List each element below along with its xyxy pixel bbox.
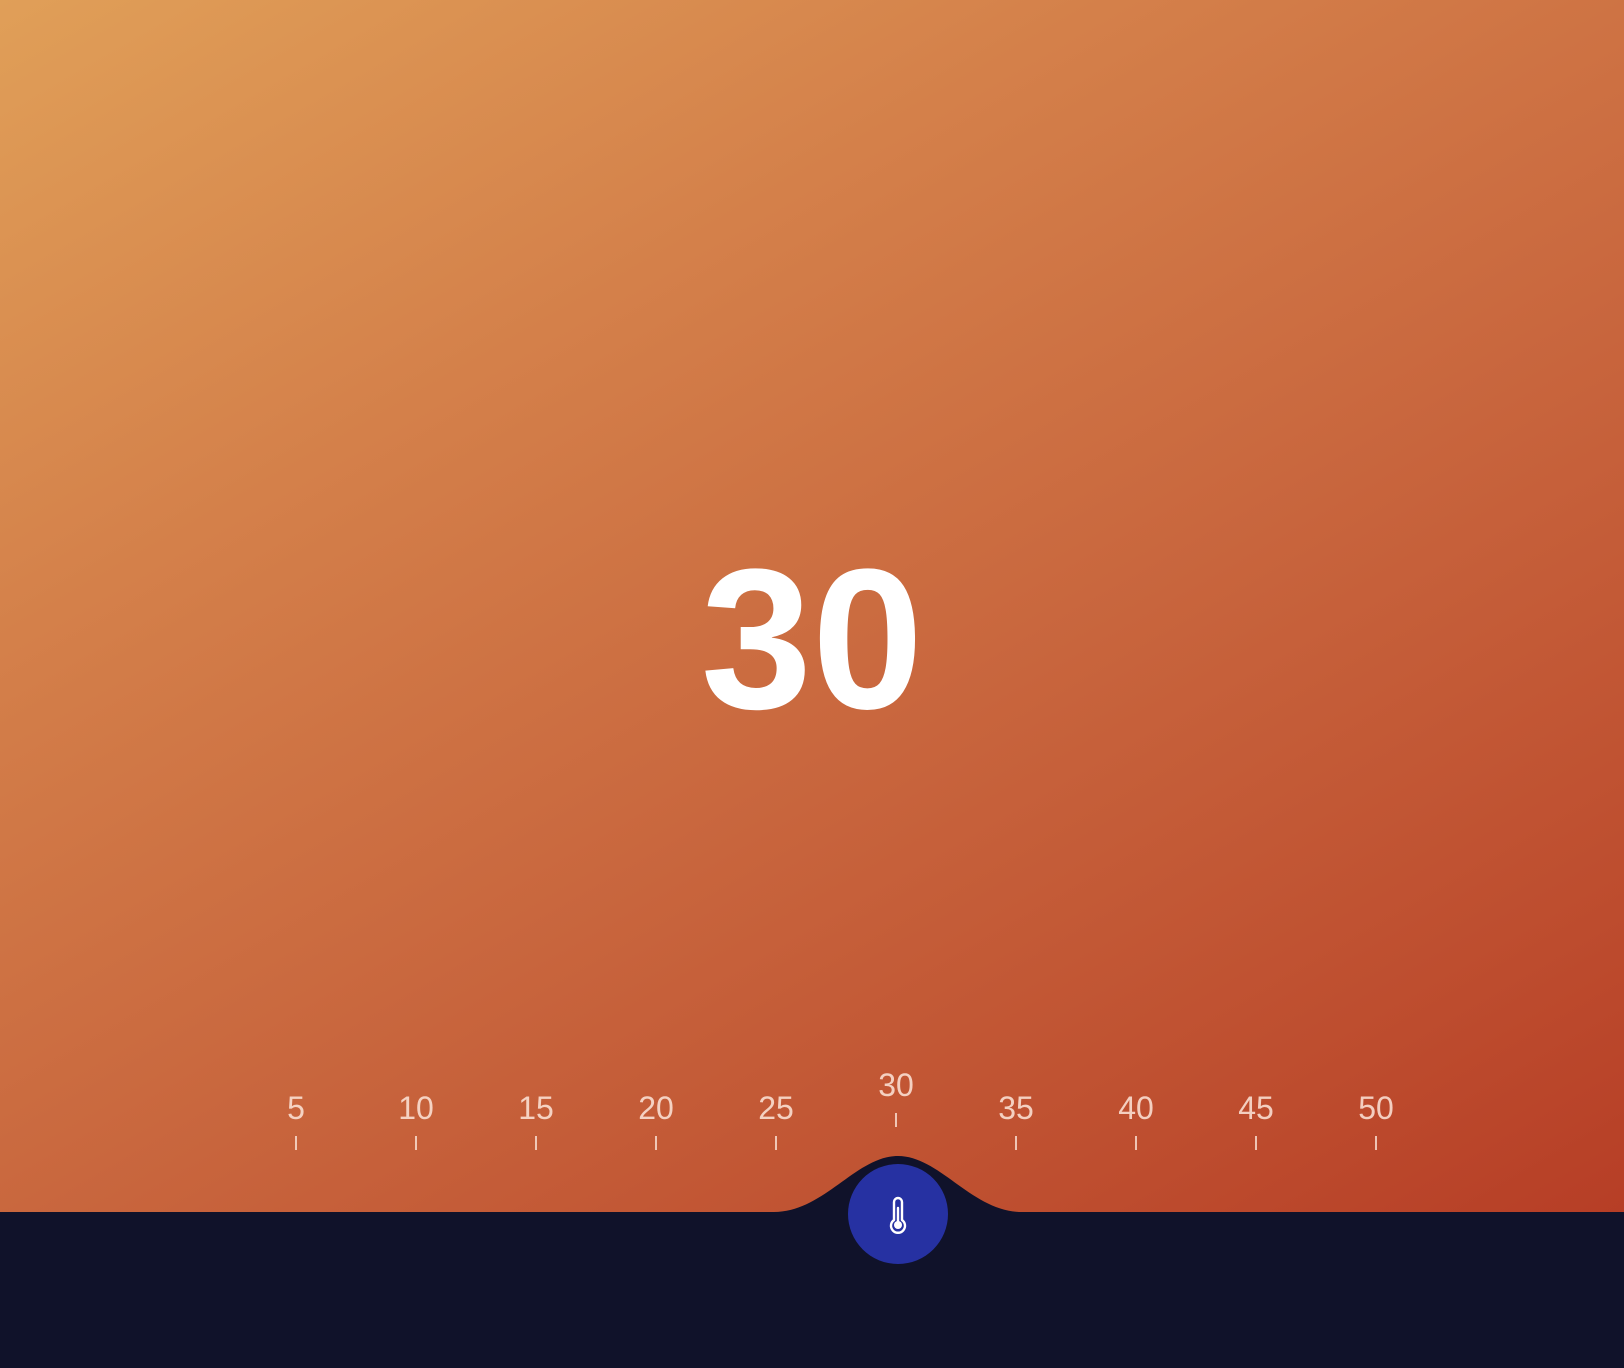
scale-tick-label: 30	[878, 1067, 914, 1103]
temperature-slider-handle[interactable]	[848, 1164, 948, 1264]
slider-track-base	[0, 1156, 1624, 1368]
temperature-app: 30 5 10 15 20 25 30 35 40 45 50	[0, 0, 1624, 1368]
thermometer-icon	[885, 1194, 911, 1234]
